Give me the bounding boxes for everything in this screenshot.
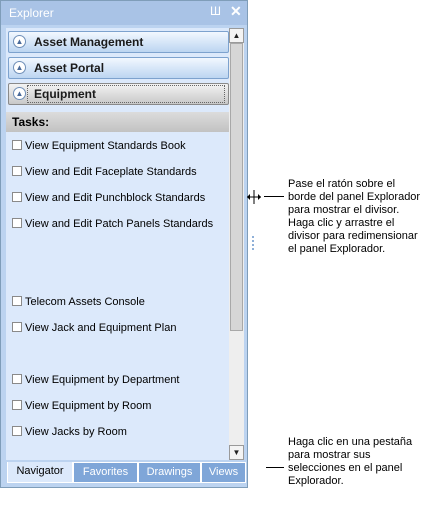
task-icon bbox=[12, 296, 22, 306]
group-label: Asset Management bbox=[34, 35, 144, 49]
tab-navigator[interactable]: Navigator bbox=[7, 462, 73, 483]
task-item[interactable]: View and Edit Faceplate Standards bbox=[12, 166, 197, 182]
task-label: View Jacks by Room bbox=[25, 426, 127, 438]
task-label: View Jack and Equipment Plan bbox=[25, 322, 177, 334]
task-icon bbox=[12, 140, 22, 150]
task-icon bbox=[12, 192, 22, 202]
chevron-up-icon: ▲ bbox=[13, 35, 26, 48]
resize-cursor-icon bbox=[247, 190, 261, 204]
pin-icon[interactable]: Ш bbox=[210, 4, 221, 18]
explorer-panel: Explorer Ш ✕ ▲ Asset Management ▲ Asset … bbox=[0, 0, 248, 488]
task-item[interactable]: View Equipment Standards Book bbox=[12, 140, 186, 156]
task-icon bbox=[12, 374, 22, 384]
task-icon bbox=[12, 426, 22, 436]
callout-tabs: Haga clic en una pestaña para mostrar su… bbox=[288, 436, 413, 487]
callout-line-splitter bbox=[264, 196, 284, 197]
task-item[interactable]: View Jack and Equipment Plan bbox=[12, 322, 176, 338]
scroll-down-icon[interactable]: ▼ bbox=[229, 445, 244, 460]
explorer-title: Explorer bbox=[9, 6, 54, 20]
task-item[interactable]: Telecom Assets Console bbox=[12, 296, 145, 312]
task-item[interactable]: View and Edit Patch Panels Standards bbox=[12, 218, 213, 234]
task-label: View Equipment by Department bbox=[25, 374, 180, 386]
task-label: Telecom Assets Console bbox=[25, 296, 145, 308]
group-label: Asset Portal bbox=[34, 61, 105, 75]
chevron-up-icon: ▲ bbox=[13, 87, 26, 100]
explorer-content: ▲ Asset Management ▲ Asset Portal ▲ Equi… bbox=[6, 28, 229, 460]
group-asset-management[interactable]: ▲ Asset Management bbox=[8, 31, 229, 53]
task-item[interactable]: View Equipment by Department bbox=[12, 374, 180, 390]
task-label: View Equipment Standards Book bbox=[25, 140, 186, 152]
chevron-up-icon: ▲ bbox=[13, 61, 26, 74]
task-icon bbox=[12, 218, 22, 228]
task-label: View Equipment by Room bbox=[25, 400, 152, 412]
task-label: View and Edit Patch Panels Standards bbox=[25, 218, 214, 230]
splitter-grip[interactable] bbox=[252, 236, 256, 250]
scroll-thumb[interactable] bbox=[230, 43, 243, 331]
task-label: View and Edit Faceplate Standards bbox=[25, 166, 197, 178]
task-item[interactable]: View Jacks by Room bbox=[12, 426, 127, 442]
tasks-header: Tasks: bbox=[6, 112, 229, 132]
tasks-label: Tasks: bbox=[12, 115, 50, 129]
tab-favorites[interactable]: Favorites bbox=[73, 462, 138, 483]
callout-line-tabs bbox=[266, 467, 284, 468]
task-label: View and Edit Punchblock Standards bbox=[25, 192, 206, 204]
callout-splitter: Pase el ratón sobre el borde del panel E… bbox=[288, 178, 421, 255]
explorer-titlebar: Explorer Ш ✕ bbox=[1, 1, 247, 25]
tab-views[interactable]: Views bbox=[201, 462, 246, 483]
task-item[interactable]: View and Edit Punchblock Standards bbox=[12, 192, 205, 208]
task-icon bbox=[12, 166, 22, 176]
close-icon[interactable]: ✕ bbox=[230, 3, 242, 20]
scroll-up-icon[interactable]: ▲ bbox=[229, 28, 244, 43]
navigation-tabs: Navigator Favorites Drawings Views bbox=[1, 460, 247, 487]
vertical-scrollbar[interactable]: ▲ ▼ bbox=[229, 28, 244, 460]
task-icon bbox=[12, 400, 22, 410]
group-equipment[interactable]: ▲ Equipment bbox=[8, 83, 229, 105]
task-item[interactable]: View Equipment by Room bbox=[12, 400, 151, 416]
group-label: Equipment bbox=[34, 87, 96, 101]
tab-drawings[interactable]: Drawings bbox=[138, 462, 201, 483]
group-asset-portal[interactable]: ▲ Asset Portal bbox=[8, 57, 229, 79]
task-icon bbox=[12, 322, 22, 332]
